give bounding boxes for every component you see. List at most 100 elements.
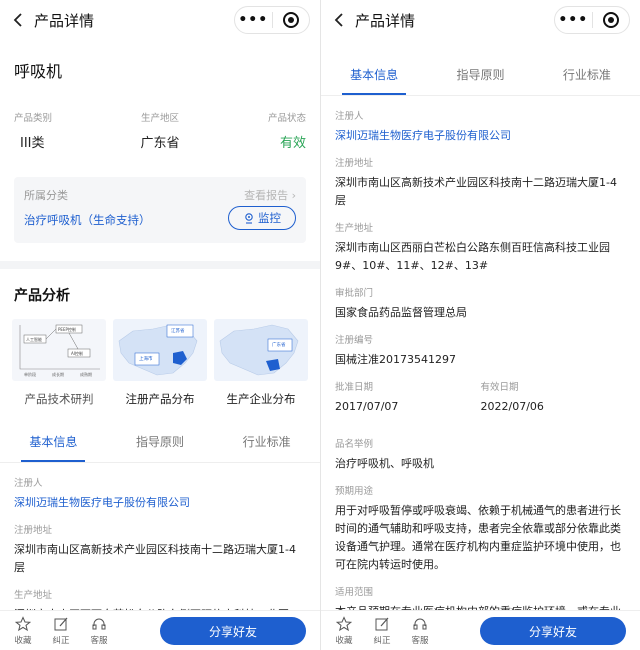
- detail-tabs: 基本信息 指导原则 行业标准: [0, 421, 320, 463]
- correct-label: 纠正: [52, 635, 70, 646]
- monitor-label: 监控: [258, 211, 281, 225]
- view-report-label: 查看报告: [244, 189, 289, 202]
- analysis-title: 产品分析: [14, 288, 70, 304]
- back-arrow-icon[interactable]: [331, 11, 349, 29]
- mini-program-capsule: •••: [234, 6, 310, 34]
- service-button[interactable]: 客服: [401, 616, 439, 646]
- view-report-link[interactable]: 查看报告 ›: [244, 187, 296, 203]
- share-button[interactable]: 分享好友: [480, 617, 626, 645]
- status-value: 有效: [279, 136, 306, 151]
- region-value: 广东省: [140, 136, 180, 151]
- chevron-right-icon: ›: [291, 189, 296, 202]
- favorite-label: 收藏: [14, 635, 32, 646]
- star-icon: [15, 615, 31, 631]
- valid-date-value: 2022/07/06: [480, 400, 544, 413]
- name-examples-label: 品名举例: [335, 439, 374, 450]
- dates-row: 批准日期 2017/07/07 有效日期 2022/07/06: [335, 369, 626, 416]
- manufacturer-distribution-label: 生产企业分布: [226, 392, 296, 406]
- service-button[interactable]: 客服: [80, 616, 118, 646]
- approve-date-value: 2017/07/07: [335, 400, 399, 413]
- bottom-bar: 收藏 纠正 客服 分享好友: [0, 610, 320, 650]
- favorite-button[interactable]: 收藏: [325, 615, 363, 646]
- thumb-axis-3: 成熟期: [80, 371, 92, 377]
- name-examples-value: 治疗呼吸机、呼吸机: [335, 457, 434, 470]
- analysis-cards: 人工智能 PEEP控制 AI控制 单阶段 成长期 成熟期 产品技术研判 江苏省: [0, 305, 320, 407]
- region-label: 生产地区: [140, 113, 179, 124]
- more-menu-icon[interactable]: •••: [555, 12, 592, 28]
- registrant-label: 注册人: [14, 478, 43, 489]
- tab-basic-info[interactable]: 基本信息: [321, 54, 427, 95]
- scope-label: 适用范围: [335, 587, 374, 598]
- tab-guidelines[interactable]: 指导原则: [427, 54, 533, 95]
- classification-value[interactable]: 治疗呼吸机（生命支持）: [24, 212, 151, 228]
- monitor-icon: [245, 213, 253, 224]
- reg-number-label: 注册编号: [335, 335, 374, 346]
- headset-icon: [92, 618, 106, 629]
- dept-label: 审批部门: [335, 288, 374, 299]
- correct-button[interactable]: 纠正: [42, 616, 80, 646]
- usage-value: 用于对呼吸暂停或呼吸衰竭、依赖于机械通气的患者进行长时间的通气辅助和呼吸支持，患…: [335, 504, 621, 571]
- status-label: 产品状态: [267, 113, 306, 124]
- left-screen: 产品详情 ••• 呼吸机 产品类别 III类 生产地区 广东省 产品状态 有效 …: [0, 0, 320, 650]
- reg-address-value: 深圳市南山区高新技术产业园区科技南十二路迈瑞大厦1-4层: [14, 543, 296, 574]
- share-button[interactable]: 分享好友: [160, 617, 306, 645]
- thumb-text-1: 人工智能: [26, 336, 42, 342]
- correct-label: 纠正: [373, 635, 391, 646]
- tab-basic-info[interactable]: 基本信息: [0, 421, 107, 462]
- monitor-button[interactable]: 监控: [228, 206, 296, 230]
- classification-box: 所属分类 查看报告 › 治疗呼吸机（生命支持） 监控: [14, 177, 306, 243]
- map-label-shanghai: 上海市: [139, 355, 153, 362]
- approve-date-label: 批准日期: [335, 382, 374, 393]
- tab-guidelines[interactable]: 指导原则: [107, 421, 214, 462]
- prod-address-label: 生产地址: [335, 223, 374, 234]
- close-program-icon[interactable]: [273, 12, 310, 28]
- detail-fields: 注册人 深圳迈瑞生物医疗电子股份有限公司 注册地址 深圳市南山区高新技术产业园区…: [321, 108, 640, 639]
- valid-date-label: 有效日期: [480, 382, 519, 393]
- service-label: 客服: [90, 635, 108, 646]
- back-arrow-icon[interactable]: [10, 11, 28, 29]
- classification-label: 所属分类: [24, 189, 68, 202]
- bottom-bar: 收藏 纠正 客服 分享好友: [321, 610, 640, 650]
- thumb-axis-1: 单阶段: [24, 371, 36, 377]
- edit-icon: [375, 617, 389, 630]
- reg-address-label: 注册地址: [335, 158, 374, 169]
- prod-address-label: 生产地址: [14, 590, 53, 601]
- favorite-label: 收藏: [335, 635, 353, 646]
- registration-distribution-label: 注册产品分布: [125, 392, 195, 406]
- page-title: 产品详情: [34, 11, 95, 30]
- section-divider: [0, 261, 320, 269]
- product-name: 呼吸机: [14, 62, 63, 81]
- navbar: 产品详情 •••: [0, 0, 320, 40]
- category-label: 产品类别: [14, 113, 53, 124]
- favorite-button[interactable]: 收藏: [4, 615, 42, 646]
- registration-distribution-card[interactable]: 江苏省 上海市 注册产品分布: [113, 319, 207, 407]
- dept-value: 国家食品药品监督管理总局: [335, 306, 467, 319]
- manufacturer-distribution-card[interactable]: 广东省 生产企业分布: [214, 319, 308, 407]
- prod-address-value: 深圳市南山区西丽白芒松白公路东侧百旺信高科技工业园9#、10#、11#、12#、…: [335, 241, 610, 272]
- category-value: III类: [20, 136, 45, 151]
- map-label-jiangsu: 江苏省: [171, 327, 185, 334]
- star-icon: [336, 615, 352, 631]
- tech-analysis-card[interactable]: 人工智能 PEEP控制 AI控制 单阶段 成长期 成熟期 产品技术研判: [12, 319, 106, 407]
- thumb-text-3: AI控制: [71, 350, 83, 356]
- tab-industry-standards[interactable]: 行业标准: [213, 421, 320, 462]
- product-info-row: 产品类别 III类 生产地区 广东省 产品状态 有效: [0, 82, 320, 151]
- tab-industry-standards[interactable]: 行业标准: [534, 54, 640, 95]
- reg-address-label: 注册地址: [14, 525, 53, 536]
- right-screen: 产品详情 ••• 基本信息 指导原则 行业标准 注册人 深圳迈瑞生物医疗电子股份…: [320, 0, 640, 650]
- more-menu-icon[interactable]: •••: [235, 12, 272, 28]
- correct-button[interactable]: 纠正: [363, 616, 401, 646]
- tech-flow-thumbnail: 人工智能 PEEP控制 AI控制 单阶段 成长期 成熟期: [12, 319, 106, 381]
- page-title: 产品详情: [355, 11, 416, 30]
- usage-label: 预期用途: [335, 486, 374, 497]
- tech-analysis-label: 产品技术研判: [24, 392, 94, 406]
- china-map-thumbnail-1: 江苏省 上海市: [113, 319, 207, 381]
- registrant-link[interactable]: 深圳迈瑞生物医疗电子股份有限公司: [14, 494, 306, 512]
- registrant-label: 注册人: [335, 111, 364, 122]
- registrant-link[interactable]: 深圳迈瑞生物医疗电子股份有限公司: [335, 127, 626, 145]
- thumb-text-2: PEEP控制: [58, 326, 76, 332]
- reg-number-value: 国械注准20173541297: [335, 353, 456, 366]
- close-program-icon[interactable]: [593, 12, 630, 28]
- headset-icon: [413, 618, 427, 629]
- detail-tabs: 基本信息 指导原则 行业标准: [321, 54, 640, 96]
